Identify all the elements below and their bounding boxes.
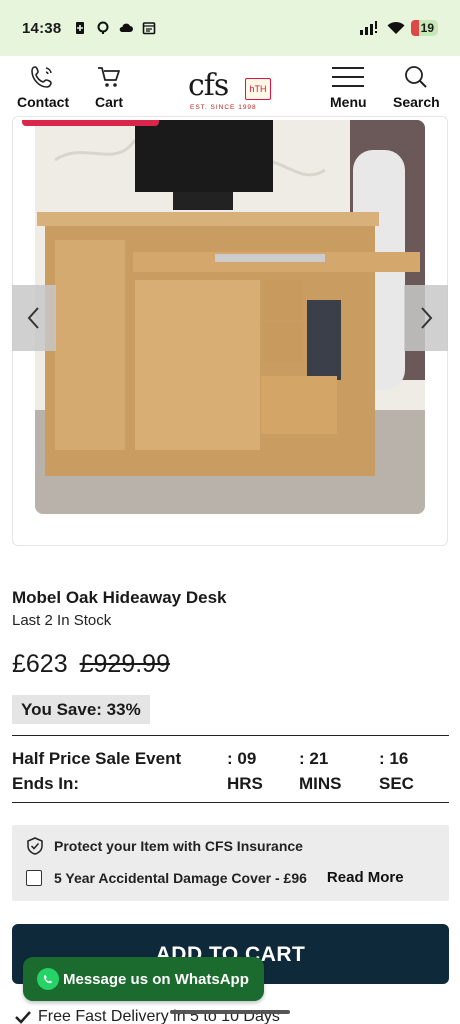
stock-status: Last 2 In Stock	[12, 612, 112, 629]
countdown-minutes: : 21 MINS	[299, 746, 342, 796]
whatsapp-label: Message us on WhatsApp	[63, 970, 249, 988]
search-label: Search	[393, 94, 440, 110]
cart-button[interactable]: Cart	[95, 64, 123, 110]
countdown-hours: : 09 HRS	[227, 746, 263, 796]
countdown-label: Half Price Sale Event Ends In:	[12, 746, 181, 796]
battery-saver-icon	[76, 22, 85, 34]
gallery-next-button[interactable]	[404, 285, 448, 351]
contact-button[interactable]: Contact	[17, 64, 69, 110]
gallery-prev-button[interactable]	[12, 285, 56, 351]
cloud-icon	[120, 23, 134, 32]
savings-badge: You Save: 33%	[12, 695, 150, 724]
desk-illustration	[35, 120, 425, 514]
home-indicator[interactable]	[170, 1010, 290, 1014]
product-image[interactable]	[35, 120, 425, 514]
battery-indicator: 19	[410, 20, 438, 36]
minutes-label: MINS	[299, 774, 342, 793]
price-row: £623 £929.99	[12, 650, 170, 679]
signal-icon	[359, 21, 377, 35]
insurance-headline: Protect your Item with CFS Insurance	[54, 838, 303, 854]
sale-countdown: Half Price Sale Event Ends In: : 09 HRS …	[12, 735, 449, 803]
cart-label: Cart	[95, 94, 124, 110]
calendar-icon	[143, 22, 156, 35]
insurance-option-label: 5 Year Accidental Damage Cover - £96	[54, 869, 307, 886]
insurance-headline-row: Protect your Item with CFS Insurance	[26, 837, 303, 855]
whatsapp-button[interactable]: Message us on WhatsApp	[23, 957, 264, 1001]
seconds-value: : 16	[379, 749, 409, 768]
read-more-link[interactable]: Read More	[327, 869, 404, 886]
logo-text: cfs	[188, 68, 229, 103]
status-left-icons	[73, 21, 156, 35]
countdown-label-line2: Ends In:	[12, 774, 80, 793]
insurance-box: Protect your Item with CFS Insurance 5 Y…	[12, 825, 449, 901]
seconds-label: SEC	[379, 774, 414, 793]
phone-icon	[31, 66, 52, 88]
insurance-option-row: 5 Year Accidental Damage Cover - £96 Rea…	[26, 869, 404, 886]
sync-icon	[97, 21, 109, 34]
countdown-seconds: : 16 SEC	[379, 746, 414, 796]
search-icon	[405, 66, 428, 88]
price-current: £623	[12, 650, 68, 678]
chevron-left-icon	[27, 307, 39, 329]
menu-label: Menu	[330, 94, 367, 110]
gallery-accent-bar	[22, 120, 159, 126]
whatsapp-icon	[37, 968, 59, 990]
countdown-label-line1: Half Price Sale Event	[12, 749, 182, 768]
product-title: Mobel Oak Hideaway Desk	[12, 588, 227, 607]
battery-level	[410, 20, 419, 36]
hamburger-menu-icon	[332, 67, 365, 87]
status-right: 19	[359, 20, 438, 36]
checkmark-icon	[15, 1011, 31, 1024]
hours-label: HRS	[227, 774, 263, 793]
logo-badge: hTH	[245, 78, 271, 100]
cart-icon	[98, 67, 120, 87]
insurance-checkbox[interactable]	[26, 869, 42, 886]
shield-check-icon	[27, 837, 43, 855]
cfs-logo[interactable]: cfs hTH EST. SINCE 1998	[188, 68, 274, 114]
price-original: £929.99	[79, 650, 170, 678]
minutes-value: : 21	[299, 749, 329, 768]
status-bar: 14:38 19	[0, 0, 460, 56]
status-time: 14:38	[22, 19, 62, 37]
site-header: Contact Cart cfs hTH EST. SINCE 1998 Men…	[0, 56, 460, 122]
chevron-right-icon	[421, 307, 433, 329]
battery-percent: 19	[420, 21, 434, 35]
search-button[interactable]: Search	[393, 64, 440, 110]
hours-value: : 09	[227, 749, 257, 768]
wifi-icon	[387, 21, 405, 34]
menu-button[interactable]: Menu	[330, 64, 367, 110]
logo-est: EST. SINCE 1998	[190, 104, 257, 111]
contact-label: Contact	[17, 94, 70, 110]
